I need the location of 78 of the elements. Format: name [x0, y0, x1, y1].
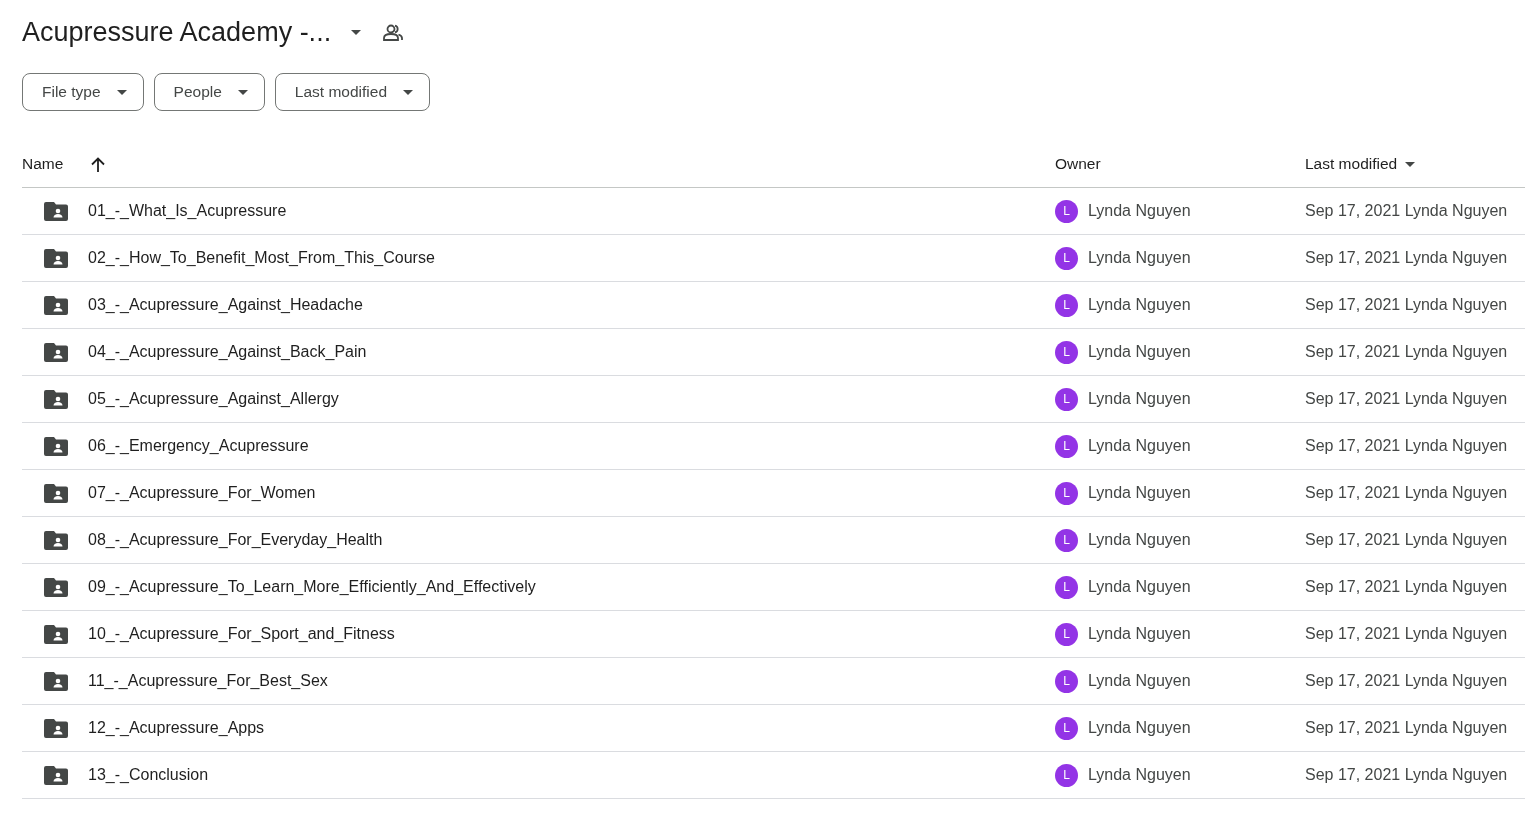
owner-name: Lynda Nguyen: [1088, 437, 1191, 455]
folder-name[interactable]: 10_-_Acupressure_For_Sport_and_Fitness: [88, 625, 395, 643]
avatar: L: [1055, 199, 1078, 223]
caret-icon: [403, 89, 414, 95]
last-modified-text: Sep 17, 2021 Lynda Nguyen: [1305, 343, 1509, 361]
folder-name[interactable]: 03_-_Acupressure_Against_Headache: [88, 296, 363, 314]
owner-name: Lynda Nguyen: [1088, 390, 1191, 408]
last-modified-text: Sep 17, 2021 Lynda Nguyen: [1305, 484, 1509, 502]
avatar: L: [1055, 622, 1078, 646]
shared-folder-icon: [44, 577, 68, 597]
last-modified-text: Sep 17, 2021 Lynda Nguyen: [1305, 625, 1509, 643]
owner-name: Lynda Nguyen: [1088, 578, 1191, 596]
owner-name: Lynda Nguyen: [1088, 625, 1191, 643]
folder-name[interactable]: 13_-_Conclusion: [88, 766, 209, 784]
filter-chip[interactable]: People: [153, 73, 265, 111]
people-icon[interactable]: [383, 23, 404, 41]
last-modified-text: Sep 17, 2021 Lynda Nguyen: [1305, 766, 1509, 784]
folder-name[interactable]: 11_-_Acupressure_For_Best_Sex: [88, 672, 328, 690]
last-modified-text: Sep 17, 2021 Lynda Nguyen: [1305, 719, 1509, 737]
avatar: L: [1055, 246, 1078, 270]
shared-folder-icon: [44, 342, 68, 362]
caret-icon: [237, 89, 248, 95]
avatar: L: [1055, 434, 1078, 458]
folder-name[interactable]: 01_-_What_Is_Acupressure: [88, 202, 287, 220]
owner-name: Lynda Nguyen: [1088, 719, 1191, 737]
folder-name[interactable]: 09_-_Acupressure_To_Learn_More_Efficiently_And_Effectively: [88, 578, 536, 596]
filter-chip[interactable]: File type: [22, 73, 144, 111]
shared-folder-icon: [44, 483, 68, 503]
avatar: L: [1055, 293, 1078, 317]
avatar: L: [1055, 481, 1078, 505]
shared-folder-icon: [44, 201, 68, 221]
shared-folder-icon: [44, 436, 68, 456]
shared-folder-icon: [44, 718, 68, 738]
owner-name: Lynda Nguyen: [1088, 296, 1191, 314]
caret-icon: [351, 29, 362, 35]
last-modified-text: Sep 17, 2021 Lynda Nguyen: [1305, 578, 1509, 596]
owner-name: Lynda Nguyen: [1088, 484, 1191, 502]
folder-name[interactable]: 06_-_Emergency_Acupressure: [88, 437, 309, 455]
shared-folder-icon: [44, 624, 68, 644]
last-modified-text: Sep 17, 2021 Lynda Nguyen: [1305, 202, 1509, 220]
avatar: L: [1055, 669, 1078, 693]
shared-folder-icon: [44, 530, 68, 550]
folder-name[interactable]: 02_-_How_To_Benefit_Most_From_This_Course: [88, 249, 435, 267]
owner-name: Lynda Nguyen: [1088, 766, 1191, 784]
shared-folder-icon: [44, 295, 68, 315]
last-modified-text: Sep 17, 2021 Lynda Nguyen: [1305, 296, 1509, 314]
folder-name[interactable]: 04_-_Acupressure_Against_Back_Pain: [88, 343, 367, 361]
avatar: L: [1055, 716, 1078, 740]
column-header[interactable]: Last modified: [1305, 155, 1398, 173]
folder-name[interactable]: 12_-_Acupressure_Apps: [88, 719, 265, 737]
owner-name: Lynda Nguyen: [1088, 343, 1191, 361]
owner-name: Lynda Nguyen: [1088, 249, 1191, 267]
shared-folder-icon: [44, 671, 68, 691]
filter-chip[interactable]: Last modified: [274, 73, 431, 111]
column-header[interactable]: Name: [22, 155, 64, 173]
last-modified-text: Sep 17, 2021 Lynda Nguyen: [1305, 437, 1509, 455]
last-modified-text: Sep 17, 2021 Lynda Nguyen: [1305, 249, 1509, 267]
folder-title: Acupressure Academy -...: [22, 16, 332, 48]
owner-name: Lynda Nguyen: [1088, 672, 1191, 690]
shared-folder-icon: [44, 389, 68, 409]
last-modified-text: Sep 17, 2021 Lynda Nguyen: [1305, 531, 1509, 549]
avatar: L: [1055, 528, 1078, 552]
avatar: L: [1055, 763, 1078, 787]
avatar: L: [1055, 575, 1078, 599]
shared-folder-icon: [44, 765, 68, 785]
avatar: L: [1055, 340, 1078, 364]
folder-name[interactable]: 05_-_Acupressure_Against_Allergy: [88, 390, 339, 408]
owner-name: Lynda Nguyen: [1088, 531, 1191, 549]
column-header[interactable]: Owner: [1055, 155, 1101, 173]
last-modified-text: Sep 17, 2021 Lynda Nguyen: [1305, 390, 1509, 408]
shared-folder-icon: [44, 248, 68, 268]
caret-icon: [116, 89, 127, 95]
avatar: L: [1055, 387, 1078, 411]
last-modified-text: Sep 17, 2021 Lynda Nguyen: [1305, 672, 1509, 690]
owner-name: Lynda Nguyen: [1088, 202, 1191, 220]
sort-caret-icon: [1405, 161, 1416, 167]
folder-name[interactable]: 07_-_Acupressure_For_Women: [88, 484, 316, 502]
folder-name[interactable]: 08_-_Acupressure_For_Everyday_Health: [88, 531, 383, 549]
